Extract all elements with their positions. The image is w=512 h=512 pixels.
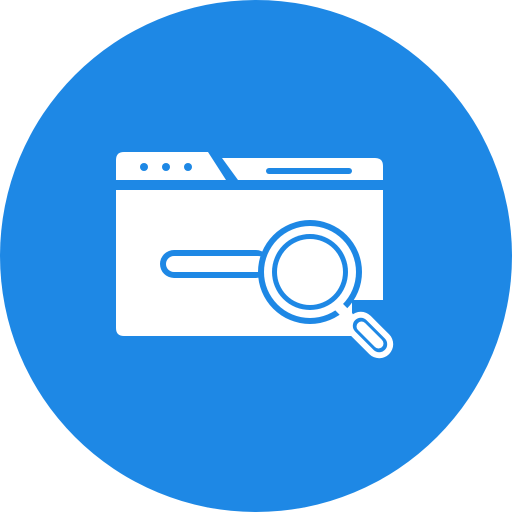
- window-dot-icon: [184, 163, 192, 171]
- window-dot-icon: [140, 163, 148, 171]
- address-bar-line: [266, 168, 352, 174]
- search-field-inner: [166, 256, 266, 272]
- browser-tab-left: [116, 152, 226, 180]
- magnifier-lens: [277, 239, 343, 305]
- browser-search-icon: [0, 0, 512, 512]
- icon-canvas: [0, 0, 512, 512]
- window-dot-icon: [162, 163, 170, 171]
